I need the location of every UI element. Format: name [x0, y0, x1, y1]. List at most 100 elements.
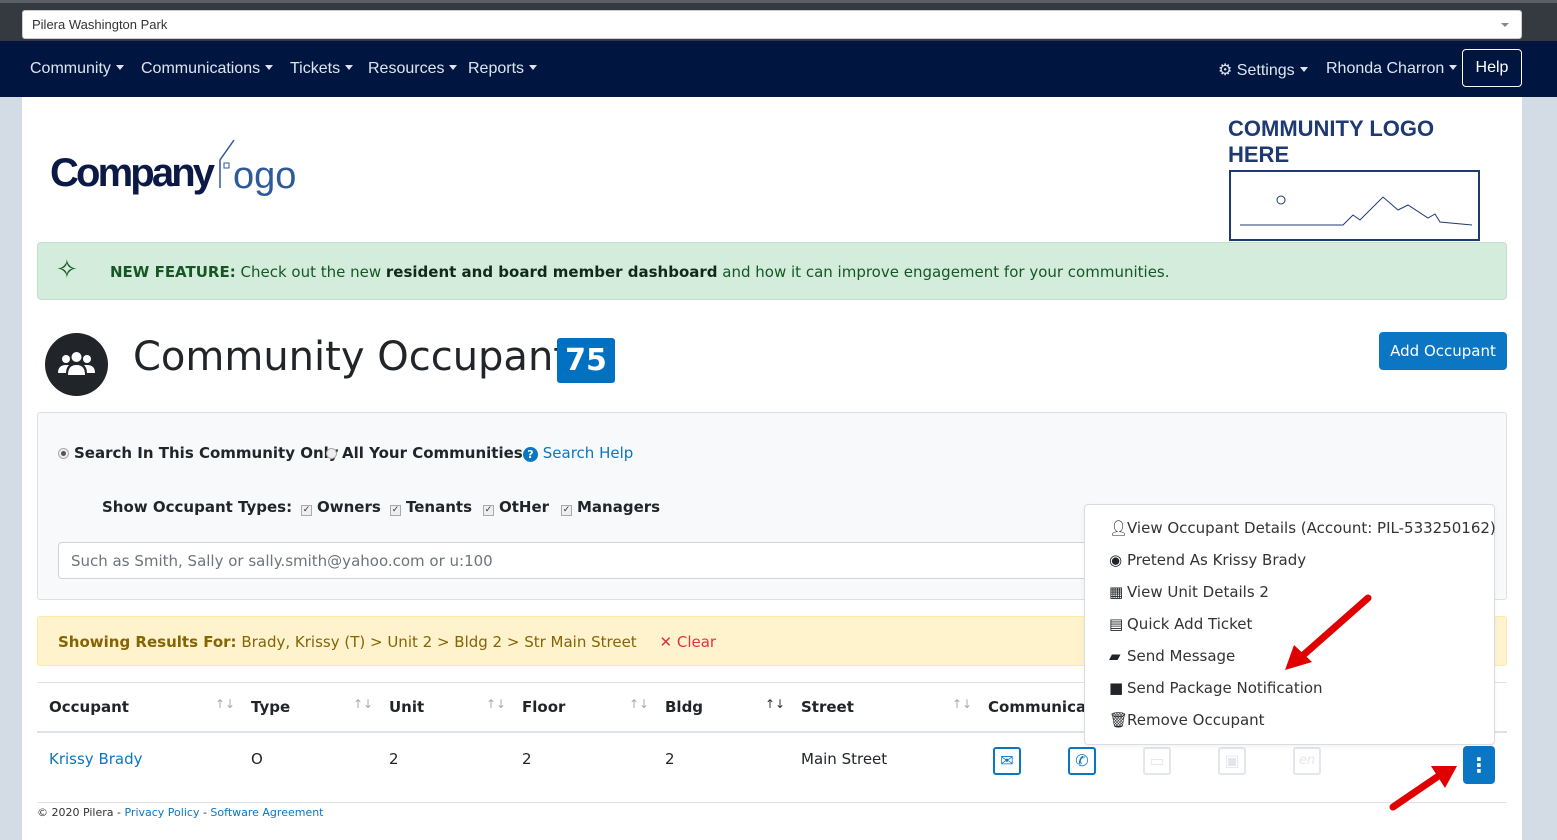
sort-icon[interactable]: ↑↓ — [486, 697, 506, 711]
separator: - — [199, 806, 211, 819]
add-occupant-button[interactable]: Add Occupant — [1379, 332, 1507, 370]
menu-label: Quick Add Ticket — [1127, 615, 1253, 633]
company-logo: Company ogo — [50, 138, 310, 202]
gear-icon: ⚙ — [1218, 62, 1237, 79]
sort-icon[interactable]: ↑↓ — [952, 697, 972, 711]
checkbox-tenants[interactable]: ✓ Tenants — [390, 498, 472, 516]
header-communication: Communicati — [988, 698, 1099, 716]
page-title: Community Occupants — [133, 334, 590, 380]
nav-settings[interactable]: ⚙ Settings — [1218, 60, 1308, 80]
dashboard-link[interactable]: resident and board member dashboard — [386, 263, 718, 281]
menu-label: Remove Occupant — [1127, 711, 1265, 729]
community-logo: COMMUNITY LOGO HERE — [1228, 116, 1482, 246]
menu-pretend-as[interactable]: ◉ Pretend As Krissy Brady — [1085, 551, 1494, 583]
checkbox-managers[interactable]: ✓ Managers — [561, 498, 660, 516]
footer: © 2020 Pilera - Privacy Policy - Softwar… — [37, 806, 324, 819]
results-label: Showing Results For: — [58, 633, 237, 651]
checkbox-owners[interactable]: ✓ Owners — [301, 498, 381, 516]
users-group-icon — [45, 333, 108, 396]
table-bottom-border — [37, 802, 1507, 803]
nav-tickets[interactable]: Tickets — [290, 60, 353, 78]
header-unit[interactable]: Unit — [389, 698, 424, 716]
building-icon: ▦ — [1109, 583, 1124, 601]
copyright: © 2020 Pilera - — [37, 806, 125, 819]
help-button[interactable]: Help — [1462, 49, 1522, 87]
x-icon: ✕ — [659, 633, 673, 651]
checkbox-label: OtHer — [499, 498, 550, 516]
header-street[interactable]: Street — [801, 698, 854, 716]
language-icon: en — [1293, 747, 1321, 775]
eye-icon: ◉ — [1109, 551, 1123, 569]
top-bar: Pilera Washington Park — [0, 0, 1557, 41]
menu-label: Send Package Notification — [1127, 679, 1323, 697]
nav-resources[interactable]: Resources — [368, 60, 457, 78]
sparkles-icon: ✧ — [56, 255, 78, 285]
search-help-label: Search Help — [542, 444, 634, 462]
svg-text:ogo: ogo — [233, 155, 296, 197]
occupant-name-link[interactable]: Krissy Brady — [49, 750, 143, 768]
main-nav: Community Communications Tickets Resourc… — [0, 41, 1557, 97]
search-help-link[interactable]: ? Search Help — [523, 444, 633, 462]
checkbox-label: Managers — [577, 498, 661, 516]
alert-text: Check out the new — [235, 263, 386, 281]
red-arrow-annotation-icon — [1285, 594, 1372, 670]
trash-icon: 🗑︎ — [1109, 711, 1129, 729]
sort-icon[interactable]: ↑↓ — [629, 697, 649, 711]
header-occupant[interactable]: Occupant — [49, 698, 129, 716]
privacy-policy-link[interactable]: Privacy Policy — [124, 806, 199, 819]
cell-unit: 2 — [389, 750, 399, 768]
radio-this-community[interactable]: Search In This Community Only — [58, 444, 339, 462]
community-select[interactable]: Pilera Washington Park — [22, 10, 1522, 39]
menu-label: View Unit Details 2 — [1127, 583, 1269, 601]
community-select-value: Pilera Washington Park — [32, 17, 168, 32]
row-actions-button[interactable]: ⋮ — [1463, 746, 1495, 784]
occupant-types-label: Show Occupant Types: — [102, 498, 293, 516]
header-type[interactable]: Type — [251, 698, 290, 716]
nav-communications[interactable]: Communications — [141, 60, 273, 78]
user-icon: 👤︎ — [1109, 519, 1129, 537]
phone-icon[interactable]: ✆ — [1068, 747, 1096, 775]
nav-community[interactable]: Community — [30, 60, 124, 78]
cell-floor: 2 — [522, 750, 532, 768]
radio-unchecked-icon — [326, 448, 337, 459]
sms-icon: ▭ — [1143, 747, 1171, 775]
box-icon: ■ — [1109, 679, 1124, 697]
clear-results-button[interactable]: ✕ Clear — [659, 633, 716, 651]
menu-remove-occupant[interactable]: 🗑︎Remove Occupant — [1085, 711, 1494, 743]
radio-all-communities[interactable]: All Your Communities — [326, 444, 523, 462]
menu-view-occupant-details[interactable]: 👤︎View Occupant Details (Account: PIL-53… — [1085, 519, 1496, 551]
checkbox-checked-icon: ✓ — [301, 505, 312, 516]
checkbox-other[interactable]: ✓ OtHer — [483, 498, 549, 516]
envelope-icon[interactable]: ✉ — [993, 747, 1021, 775]
sort-icon[interactable]: ↑↓ — [353, 697, 373, 711]
checkbox-checked-icon: ✓ — [483, 505, 494, 516]
alert-label: NEW FEATURE: — [110, 263, 236, 281]
software-agreement-link[interactable]: Software Agreement — [210, 806, 323, 819]
red-arrow-annotation-icon — [1389, 766, 1457, 811]
cell-type: O — [251, 750, 263, 768]
nav-user-menu[interactable]: Rhonda Charron — [1326, 60, 1457, 78]
occupant-search-input[interactable]: Such as Smith, Sally or sally.smith@yaho… — [58, 542, 1118, 579]
cell-bldg: 2 — [665, 750, 675, 768]
comment-icon: ▰ — [1109, 647, 1121, 665]
menu-label: Pretend As Krissy Brady — [1127, 551, 1307, 569]
clear-label: Clear — [676, 633, 717, 651]
header-bldg[interactable]: Bldg — [665, 698, 703, 716]
alert-text-end: and how it can improve engagement for yo… — [717, 263, 1170, 281]
checkbox-label: Owners — [317, 498, 381, 516]
occupant-count-badge: 75 — [557, 338, 615, 383]
nav-reports[interactable]: Reports — [468, 60, 537, 78]
mailbox-icon: ▣ — [1218, 747, 1246, 775]
cell-street: Main Street — [801, 750, 888, 768]
new-feature-alert: ✧ NEW FEATURE: Check out the new residen… — [37, 242, 1507, 300]
menu-send-package-notification[interactable]: ■ Send Package Notification — [1085, 679, 1494, 711]
checkbox-checked-icon: ✓ — [561, 505, 572, 516]
header-floor[interactable]: Floor — [522, 698, 565, 716]
sort-active-icon[interactable]: ↑↓ — [765, 697, 785, 711]
sort-icon[interactable]: ↑↓ — [215, 697, 235, 711]
checkbox-label: Tenants — [406, 498, 472, 516]
svg-text:Company: Company — [50, 151, 216, 195]
question-circle-icon: ? — [523, 447, 538, 462]
results-value: Brady, Krissy (T) > Unit 2 > Bldg 2 > St… — [236, 633, 637, 651]
checkbox-checked-icon: ✓ — [390, 505, 401, 516]
